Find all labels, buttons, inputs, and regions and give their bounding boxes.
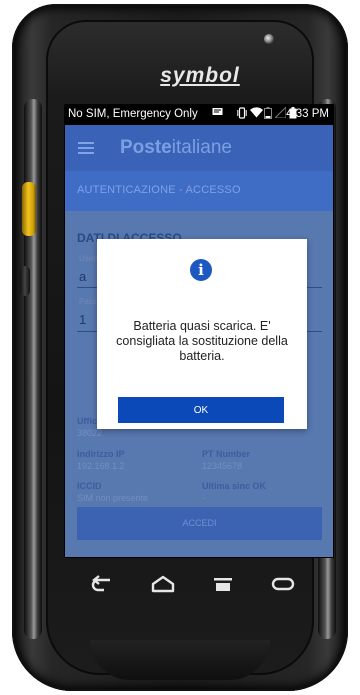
last-sync-label: Ultima sinc OK xyxy=(202,481,267,491)
menu-hardware-icon[interactable] xyxy=(210,574,236,594)
ip-value: 192.168.1.2 xyxy=(77,461,125,471)
device-rail-left xyxy=(24,99,42,639)
volume-side-button[interactable] xyxy=(20,266,30,296)
battery-low-icon xyxy=(264,107,272,122)
menu-icon[interactable] xyxy=(78,142,94,154)
password-field[interactable]: 1 xyxy=(79,312,86,327)
device-screen: No SIM, Emergency Only 4:33 PM Posteital… xyxy=(64,104,334,558)
device-brand-logo: symbol xyxy=(160,64,240,87)
device-grip xyxy=(90,640,270,680)
username-field[interactable]: a xyxy=(79,269,86,284)
last-sync-value: - xyxy=(202,493,205,503)
carrier-text: No SIM, Emergency Only xyxy=(68,108,198,120)
ok-button[interactable]: OK xyxy=(118,397,284,423)
dialog-message: Batteria quasi scarica. E' consigliata l… xyxy=(116,319,288,363)
section-header: AUTENTICAZIONE - ACCESSO xyxy=(65,171,333,211)
back-icon[interactable] xyxy=(90,574,116,594)
section-title: AUTENTICAZIONE - ACCESSO xyxy=(77,184,241,196)
ufficio-value: 38022 xyxy=(77,428,103,438)
device-nav-bar xyxy=(64,556,332,614)
message-icon xyxy=(212,107,223,120)
accedi-label: ACCEDI xyxy=(182,518,217,528)
scan-side-button[interactable] xyxy=(22,182,36,236)
camera-icon xyxy=(264,34,274,44)
accedi-button[interactable]: ACCEDI xyxy=(77,507,322,540)
pt-number-label: PT Number xyxy=(202,449,251,459)
app-bar: Posteitaliane xyxy=(65,125,333,171)
search-hardware-icon[interactable] xyxy=(270,574,296,594)
status-bar: No SIM, Emergency Only 4:33 PM xyxy=(65,105,333,125)
home-icon[interactable] xyxy=(150,574,176,594)
iccid-value: SIM non presente xyxy=(77,493,149,503)
vibrate-icon xyxy=(237,107,247,122)
signal-icon xyxy=(273,105,287,121)
status-clock: 4:33 PM xyxy=(286,108,329,120)
pt-number-value: 12345678 xyxy=(202,461,243,471)
battery-warning-dialog: i Batteria quasi scarica. E' consigliata… xyxy=(97,239,307,429)
info-icon: i xyxy=(190,259,212,281)
iccid-label: ICCID xyxy=(77,481,102,491)
poste-italiane-logo: Posteitaliane xyxy=(120,137,232,158)
ip-label: Indirizzo IP xyxy=(77,449,125,459)
wifi-icon xyxy=(250,107,263,121)
